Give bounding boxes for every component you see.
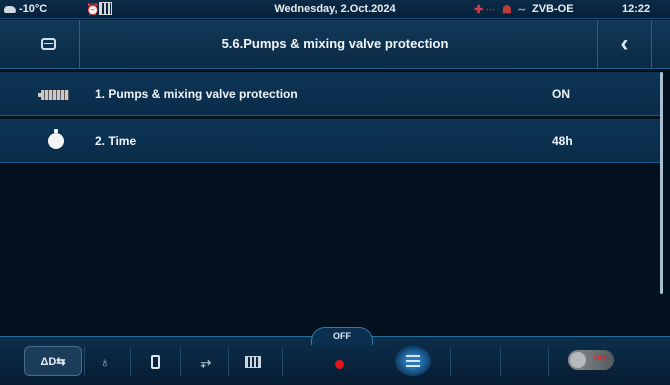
scrollbar-thumb[interactable] [660,72,663,294]
setting-row-pumps-protection[interactable]: 1. Pumps & mixing valve protection ON [0,72,660,116]
back-button[interactable]: ‹ [597,20,652,68]
timer-icon [48,129,64,149]
toggle-label: OFF [594,355,608,362]
hamburger-line [406,355,420,357]
separator [500,347,501,376]
mode-button[interactable]: ΔD⇆ [24,346,82,376]
main-menu-button[interactable] [395,346,431,376]
pump-icon [38,90,69,100]
hamburger-line [406,365,420,367]
power-toggle[interactable]: OFF [568,350,614,370]
separator [548,347,549,376]
tap-icon[interactable]: ⥅ [196,337,216,385]
person-icon: ☗ [502,4,512,16]
separator [84,347,85,376]
status-dot-icon [335,360,344,369]
separator [282,347,283,376]
setting-value: ON [552,87,570,101]
tank-icon [150,354,160,369]
setting-value: 48h [552,134,573,148]
flame-icon[interactable]: ♁ [95,337,115,385]
signal-icon: ⋯ [486,4,495,14]
hamburger-line [406,360,420,362]
separator [450,347,451,376]
separator [180,347,181,376]
separator [228,347,229,376]
radiator-icon [245,355,261,368]
scrollbar[interactable] [660,72,663,294]
setting-label: 1. Pumps & mixing valve protection [95,87,298,101]
separator [130,347,131,376]
clock-time: 12:22 [622,3,651,15]
status-bar: -10°C ⏰ Wednesday, 2.Oct.2024 ✚ ⋯ ☗ ∼ ZV… [0,0,670,19]
boiler-tank-button[interactable] [148,337,162,385]
setting-label: 2. Time [95,134,137,148]
toggle-knob [570,352,586,368]
device-name: ZVB-OE [532,3,574,15]
page-header: 5.6.Pumps & mixing valve protection ‹ [0,20,670,69]
off-status-tab[interactable]: OFF [311,327,373,345]
water-drop-icon: ✚ [474,4,484,16]
setting-row-time[interactable]: 2. Time 48h [0,119,660,163]
page-title: 5.6.Pumps & mixing valve protection [221,36,449,51]
chevron-left-icon: ‹ [620,30,629,57]
radiator-button[interactable] [243,337,263,385]
wave-icon: ∼ [517,4,527,16]
